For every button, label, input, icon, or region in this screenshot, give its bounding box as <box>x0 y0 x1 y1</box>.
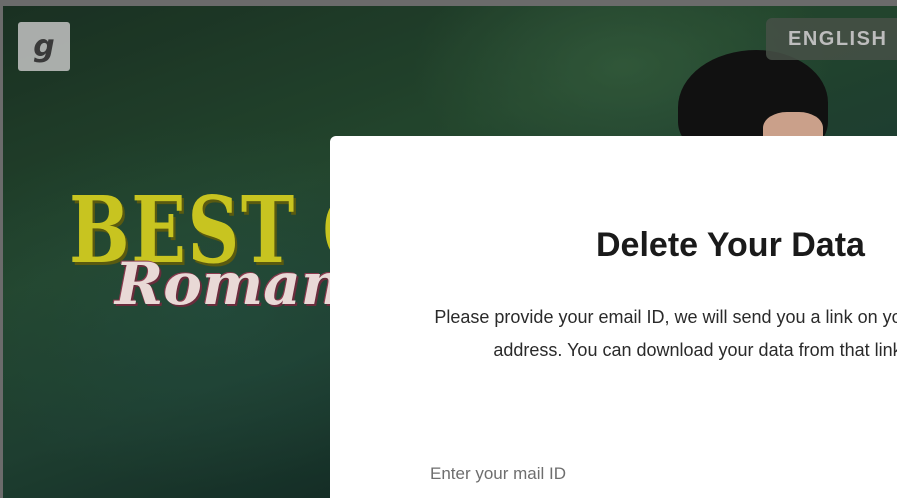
delete-data-modal: Delete Your Data Please provide your ema… <box>330 136 897 498</box>
logo-letter: g <box>33 29 55 64</box>
email-input[interactable] <box>430 459 897 489</box>
language-button[interactable]: ENGLISH <box>766 18 897 60</box>
modal-title: Delete Your Data <box>596 226 865 264</box>
modal-description: Please provide your email ID, we will se… <box>434 307 897 360</box>
page-frame: BEST G Romance g ENGLISH Delete Your Dat… <box>0 0 897 498</box>
language-label: ENGLISH <box>788 27 888 50</box>
app-logo-icon[interactable]: g <box>18 22 70 71</box>
